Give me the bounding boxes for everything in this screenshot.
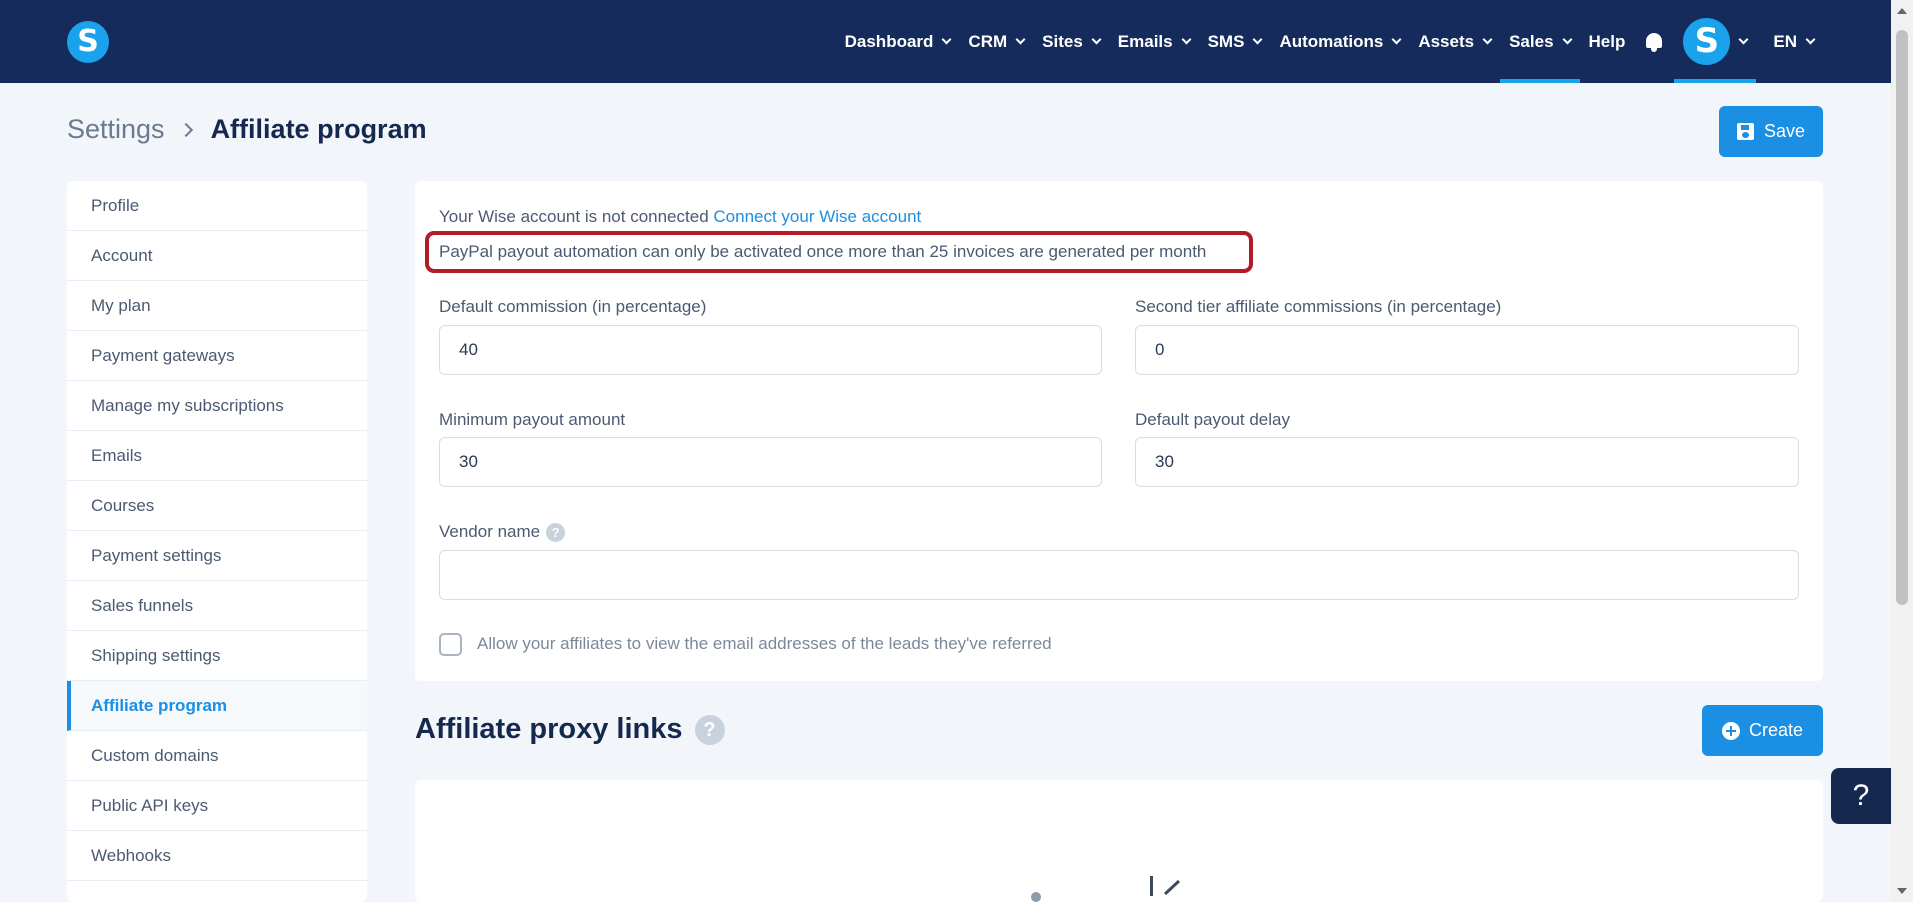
sidebar-item-manage-subscriptions[interactable]: Manage my subscriptions	[67, 381, 367, 431]
default-commission-label: Default commission (in percentage)	[439, 297, 707, 316]
default-commission-field[interactable]	[439, 325, 1102, 375]
vendor-name-field[interactable]	[439, 550, 1799, 600]
empty-state-illustration-icon	[1031, 876, 1181, 902]
sidebar-item-account[interactable]: Account	[67, 231, 367, 281]
min-payout-label: Minimum payout amount	[439, 410, 626, 429]
allow-view-emails-checkbox[interactable]	[439, 633, 462, 656]
bell-icon	[1643, 31, 1665, 53]
wise-status-text: Your Wise account is not connected	[439, 207, 709, 226]
chevron-down-icon	[1562, 34, 1572, 44]
top-nav-bar: S Dashboard CRM Sites Emails SMS Automat…	[0, 0, 1891, 83]
proxy-links-heading: Affiliate proxy links ?	[415, 713, 725, 746]
wise-status: Your Wise account is not connected Conne…	[439, 207, 921, 227]
nav-crm-label: CRM	[968, 31, 1008, 51]
sidebar-item-payment-settings[interactable]: Payment settings	[67, 531, 367, 581]
chevron-down-icon	[1805, 34, 1816, 44]
vendor-name-label: Vendor name	[439, 522, 541, 541]
sidebar-item-shipping-settings[interactable]: Shipping settings	[67, 631, 367, 681]
chevron-down-icon	[1391, 34, 1402, 44]
language-selector[interactable]: EN	[1764, 0, 1823, 83]
scroll-down-arrow-icon[interactable]	[1897, 888, 1907, 894]
payout-delay-label: Default payout delay	[1135, 410, 1290, 429]
second-tier-field[interactable]	[1135, 325, 1799, 375]
min-payout-field[interactable]	[439, 437, 1102, 487]
chevron-down-icon	[1738, 34, 1749, 44]
nav-crm[interactable]: CRM	[959, 0, 1033, 83]
chevron-down-icon	[1252, 34, 1263, 44]
nav-sms-label: SMS	[1207, 31, 1245, 51]
sidebar-item-affiliate-program[interactable]: Affiliate program	[67, 681, 367, 731]
page-scrollbar[interactable]	[1891, 0, 1913, 902]
nav-assets-label: Assets	[1418, 31, 1475, 51]
paypal-notice: PayPal payout automation can only be act…	[425, 231, 1253, 273]
second-tier-label: Second tier affiliate commissions (in pe…	[1135, 297, 1502, 316]
help-icon[interactable]: ?	[694, 714, 725, 745]
sidebar-item-my-plan[interactable]: My plan	[67, 281, 367, 331]
connect-wise-link[interactable]: Connect your Wise account	[713, 207, 921, 226]
proxy-links-title: Affiliate proxy links	[415, 713, 683, 745]
chevron-down-icon	[1482, 34, 1493, 44]
nav-sales[interactable]: Sales	[1500, 0, 1580, 83]
main-nav: Dashboard CRM Sites Emails SMS Automatio…	[836, 0, 1823, 83]
nav-emails-label: Emails	[1117, 31, 1173, 51]
payout-delay-field[interactable]	[1135, 437, 1799, 487]
avatar: S	[1683, 18, 1731, 65]
chevron-down-icon	[1015, 34, 1026, 44]
create-proxy-link-button[interactable]: Create	[1702, 705, 1823, 756]
sidebar-item-webhooks[interactable]: Webhooks	[67, 831, 367, 881]
user-menu[interactable]: S	[1674, 0, 1757, 83]
nav-emails[interactable]: Emails	[1109, 0, 1199, 83]
nav-sales-label: Sales	[1509, 31, 1554, 51]
nav-sms[interactable]: SMS	[1199, 0, 1271, 83]
sidebar-item-sales-funnels[interactable]: Sales funnels	[67, 581, 367, 631]
sidebar-item-courses[interactable]: Courses	[67, 481, 367, 531]
sidebar-item-public-api-keys[interactable]: Public API keys	[67, 781, 367, 831]
nav-help-label: Help	[1588, 31, 1626, 51]
nav-dashboard[interactable]: Dashboard	[836, 0, 960, 83]
help-widget-button[interactable]: ?	[1831, 768, 1891, 824]
floppy-disk-icon	[1736, 123, 1754, 140]
scroll-thumb[interactable]	[1896, 30, 1908, 605]
breadcrumb-settings[interactable]: Settings	[67, 114, 165, 145]
help-widget-label: ?	[1852, 779, 1870, 812]
app-logo[interactable]: S	[67, 21, 109, 63]
save-button[interactable]: Save	[1719, 106, 1823, 157]
scroll-up-arrow-icon[interactable]	[1897, 8, 1907, 14]
plus-circle-icon	[1721, 721, 1740, 740]
notifications-button[interactable]	[1634, 0, 1674, 83]
allow-view-emails-label[interactable]: Allow your affiliates to view the email …	[477, 634, 1052, 654]
nav-help[interactable]: Help	[1580, 0, 1635, 83]
create-button-label: Create	[1748, 720, 1804, 740]
sidebar-item-payment-gateways[interactable]: Payment gateways	[67, 331, 367, 381]
save-button-label: Save	[1763, 121, 1806, 141]
nav-assets[interactable]: Assets	[1409, 0, 1500, 83]
sidebar-item-profile[interactable]: Profile	[67, 181, 367, 231]
vendor-name-label-wrap: Vendor name?	[439, 522, 566, 543]
affiliate-settings-card: Your Wise account is not connected Conne…	[415, 181, 1823, 681]
sidebar-item-custom-domains[interactable]: Custom domains	[67, 731, 367, 781]
nav-sites-label: Sites	[1042, 31, 1083, 51]
chevron-right-icon	[178, 122, 193, 137]
nav-dashboard-label: Dashboard	[844, 31, 934, 51]
chevron-down-icon	[1091, 34, 1102, 44]
nav-automations[interactable]: Automations	[1270, 0, 1409, 83]
page-title: Affiliate program	[210, 114, 427, 144]
nav-automations-label: Automations	[1279, 31, 1384, 51]
chevron-down-icon	[1181, 34, 1192, 44]
help-icon[interactable]: ?	[546, 523, 566, 543]
breadcrumb: Settings Affiliate program	[67, 114, 427, 145]
language-label: EN	[1773, 31, 1797, 51]
nav-sites[interactable]: Sites	[1033, 0, 1109, 83]
settings-sidebar: Profile Account My plan Payment gateways…	[67, 181, 367, 902]
chevron-down-icon	[941, 34, 952, 44]
sidebar-item-emails[interactable]: Emails	[67, 431, 367, 481]
paypal-notice-text: PayPal payout automation can only be act…	[439, 242, 1207, 261]
